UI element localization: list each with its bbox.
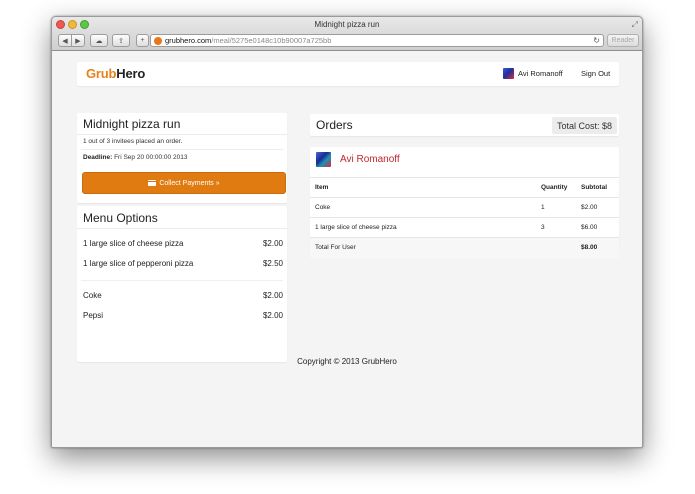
new-tab-button[interactable]: + <box>136 34 149 47</box>
divider <box>81 280 283 281</box>
menu-item-price: $2.00 <box>262 311 283 320</box>
reader-button[interactable]: Reader <box>607 34 639 47</box>
user-avatar <box>503 68 514 79</box>
back-arrow-icon: ◀ <box>62 37 68 45</box>
table-row: 1 large slice of cheese pizza 3 $6.00 <box>310 217 619 238</box>
column-header-quantity: Quantity <box>541 177 581 198</box>
menu-item-name: Pepsi <box>83 311 104 320</box>
order-quantity: 1 <box>541 197 581 218</box>
order-subtotal: $2.00 <box>581 197 619 218</box>
deadline-value: Fri Sep 20 00:00:00 2013 <box>112 154 188 161</box>
menu-item-price: $2.00 <box>262 291 283 300</box>
order-item: 1 large slice of cheese pizza <box>310 217 541 238</box>
table-row: Coke 1 $2.00 <box>310 197 619 218</box>
menu-title: Menu Options <box>83 211 158 225</box>
total-quantity-empty <box>541 237 581 258</box>
menu-item: Coke $2.00 <box>83 291 283 305</box>
divider <box>77 228 287 229</box>
footer-copyright: Copyright © 2013 GrubHero <box>297 357 397 366</box>
brand-hero: Hero <box>116 66 146 81</box>
user-name-link[interactable]: Avi Romanoff <box>518 69 563 78</box>
total-cost-badge: Total Cost: $8 <box>551 117 617 134</box>
menu-item-price: $2.50 <box>262 259 283 268</box>
window-title: Midnight pizza run <box>314 20 380 29</box>
url-path: /meal/5275e0148c10b90007a725bb <box>211 36 332 45</box>
forward-button[interactable]: ▶ <box>71 34 85 47</box>
brand-grub: Grub <box>86 66 117 81</box>
event-title: Midnight pizza run <box>83 117 181 131</box>
menu-options-card: Menu Options 1 large slice of cheese piz… <box>77 206 287 362</box>
divider <box>81 149 283 150</box>
browser-window: Midnight pizza run ⤢ ◀ ▶ ☁ ⇪ + grubhero.… <box>51 16 643 448</box>
order-item: Coke <box>310 197 541 218</box>
total-label: Total For User <box>310 237 541 258</box>
forward-arrow-icon: ▶ <box>75 37 81 45</box>
menu-item-name: 1 large slice of pepperoni pizza <box>83 259 194 268</box>
total-value: $8.00 <box>581 237 619 258</box>
collect-payments-button[interactable]: Collect Payments » <box>82 172 286 194</box>
column-header-item: Item <box>310 177 541 198</box>
order-user-name[interactable]: Avi Romanoff <box>340 154 400 165</box>
order-quantity: 3 <box>541 217 581 238</box>
back-button[interactable]: ◀ <box>58 34 72 47</box>
reload-icon[interactable]: ↻ <box>593 35 600 46</box>
top-navbar: GrubHero Avi Romanoff Sign Out <box>77 62 619 86</box>
menu-item-price: $2.00 <box>262 239 283 248</box>
user-order-card: Avi Romanoff Item Quantity Subtotal Coke… <box>310 147 619 258</box>
deadline-label: Deadline: <box>83 154 113 161</box>
order-subtotal: $6.00 <box>581 217 619 238</box>
orders-title: Orders <box>316 118 353 132</box>
share-icon: ⇪ <box>118 37 124 45</box>
menu-item: 1 large slice of pepperoni pizza $2.50 <box>83 259 283 273</box>
sign-out-link[interactable]: Sign Out <box>581 69 610 78</box>
plus-icon: + <box>140 37 145 44</box>
invitees-status: 1 out of 3 invitees placed an order. <box>83 138 183 145</box>
page-content: GrubHero Avi Romanoff Sign Out Midnight … <box>52 51 642 447</box>
share-button[interactable]: ⇪ <box>112 34 130 47</box>
favicon-icon <box>154 37 162 45</box>
cloud-icon: ☁ <box>95 37 103 45</box>
orders-header: Orders Total Cost: $8 <box>310 114 619 136</box>
column-header-subtotal: Subtotal <box>581 177 619 198</box>
order-user-avatar <box>316 152 331 167</box>
menu-item-name: Coke <box>83 291 102 300</box>
event-card: Midnight pizza run 1 out of 3 invitees p… <box>77 113 287 203</box>
fullscreen-icon[interactable]: ⤢ <box>632 20 638 30</box>
order-table: Item Quantity Subtotal Coke 1 $2.00 1 la… <box>310 177 619 258</box>
icloud-tabs-button[interactable]: ☁ <box>90 34 108 47</box>
credit-card-icon <box>148 180 157 186</box>
total-row: Total For User $8.00 <box>310 237 619 258</box>
title-bar: Midnight pizza run ⤢ ◀ ▶ ☁ ⇪ + grubhero.… <box>52 17 642 51</box>
divider <box>77 134 287 135</box>
menu-item: 1 large slice of cheese pizza $2.00 <box>83 239 283 253</box>
brand-logo[interactable]: GrubHero <box>86 66 145 81</box>
table-header-row: Item Quantity Subtotal <box>310 177 619 198</box>
deadline: Deadline: Fri Sep 20 00:00:00 2013 <box>83 154 187 161</box>
address-bar[interactable]: grubhero.com/meal/5275e0148c10b90007a725… <box>150 34 604 47</box>
menu-item-name: 1 large slice of cheese pizza <box>83 239 184 248</box>
collect-payments-label: Collect Payments » <box>159 179 220 187</box>
menu-item: Pepsi $2.00 <box>83 311 283 325</box>
url-host: grubhero.com <box>165 36 212 45</box>
